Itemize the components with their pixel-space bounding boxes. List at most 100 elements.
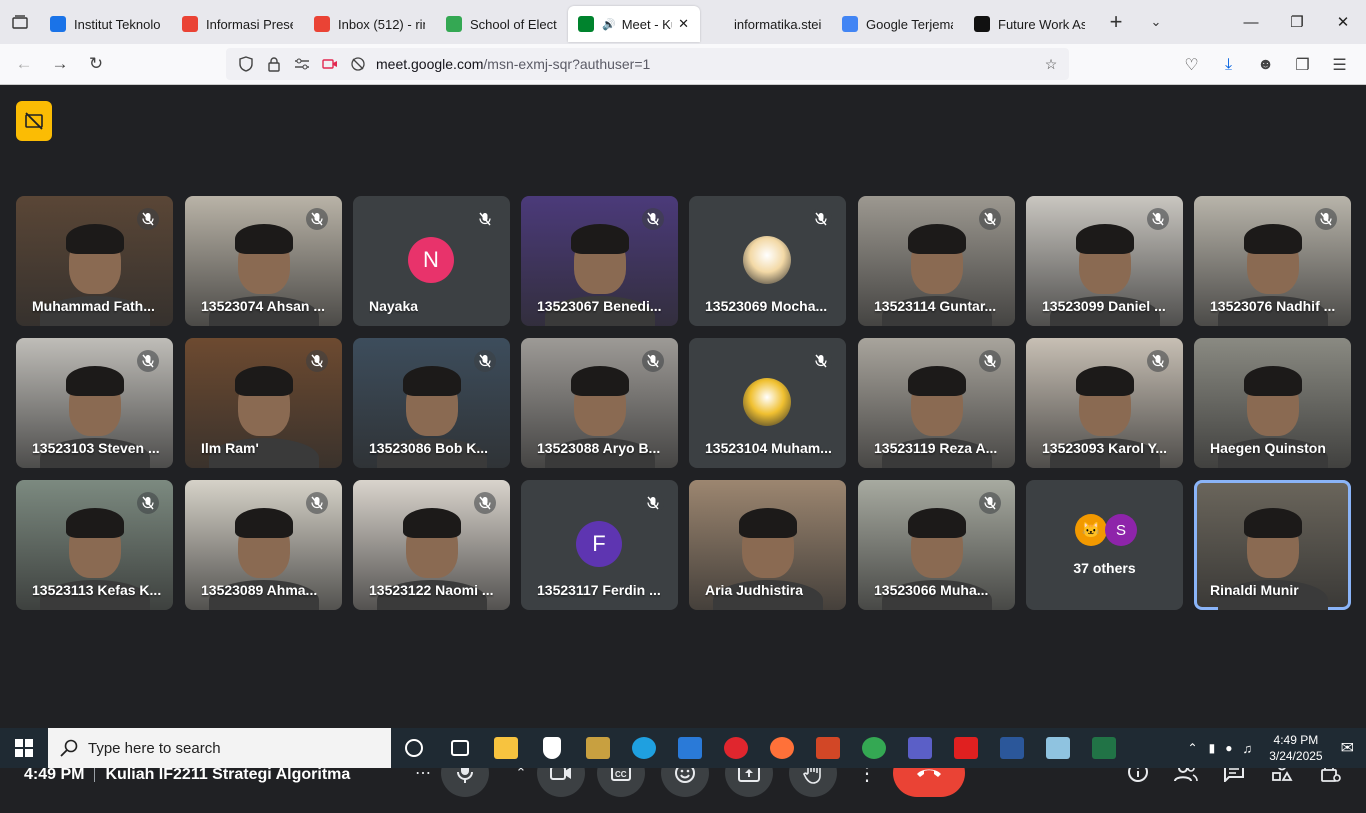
taskbar-app-word[interactable] <box>989 728 1035 768</box>
participant-tile[interactable]: Rinaldi Munir <box>1194 480 1351 610</box>
battery-icon[interactable]: ▮ <box>1209 741 1216 755</box>
taskbar-app-firefox[interactable] <box>759 728 805 768</box>
taskbar-app-security[interactable] <box>529 728 575 768</box>
taskbar-app-mail[interactable] <box>667 728 713 768</box>
browser-tab[interactable]: informatika.stei.itb.ac <box>700 6 832 42</box>
mic-blocked-icon[interactable] <box>344 57 372 71</box>
participant-name: 13523113 Kefas K... <box>32 582 162 598</box>
browser-tab[interactable]: Future Work Asy <box>964 6 1096 42</box>
participant-tile[interactable]: N Nayaka <box>353 196 510 326</box>
account-icon[interactable]: ☻ <box>1247 56 1284 74</box>
tab-title: Institut Teknologi <box>74 16 161 32</box>
participant-tile[interactable]: F 13523117 Ferdin ... <box>521 480 678 610</box>
participant-tile[interactable]: 13523076 Nadhif ... <box>1194 196 1351 326</box>
svg-text:CC: CC <box>615 770 627 779</box>
taskbar-app-teams[interactable] <box>897 728 943 768</box>
browser-tab[interactable]: Google Terjemah <box>832 6 964 42</box>
address-bar[interactable]: meet.google.com/msn-exmj-sqr?authuser=1 … <box>226 48 1069 80</box>
mic-off-icon <box>474 350 496 372</box>
participant-tile[interactable]: 13523114 Guntar... <box>858 196 1015 326</box>
pineapple-app-icon <box>586 737 610 759</box>
url-text[interactable]: meet.google.com/msn-exmj-sqr?authuser=1 <box>376 56 650 72</box>
clock[interactable]: 4:49 PM 3/24/2025 <box>1269 732 1322 764</box>
participant-tile[interactable]: 13523086 Bob K... <box>353 338 510 468</box>
camera-in-use-icon[interactable] <box>316 58 344 70</box>
browser-tab[interactable]: Institut Teknologi <box>40 6 172 42</box>
extensions-icon[interactable]: ❐ <box>1284 55 1321 75</box>
list-tabs-chevron-icon[interactable]: ⌄ <box>1136 0 1176 44</box>
participant-tile[interactable]: 13523088 Aryo B... <box>521 338 678 468</box>
taskbar-app-chrome[interactable] <box>851 728 897 768</box>
browser-tab[interactable]: Inbox (512) - rina <box>304 6 436 42</box>
others-tile[interactable]: 🐱 S 37 others <box>1026 480 1183 610</box>
close-window-button[interactable]: ✕ <box>1320 0 1366 44</box>
shield-icon[interactable] <box>232 56 260 72</box>
others-count-label: 37 others <box>1073 560 1136 576</box>
tab-audio-icon[interactable]: 🔊 <box>602 18 616 31</box>
show-hidden-icons-icon[interactable]: ⌃ <box>1188 741 1198 755</box>
taskbar-app-excel[interactable] <box>1081 728 1127 768</box>
taskbar-app-task-view[interactable] <box>437 728 483 768</box>
start-button[interactable] <box>0 728 48 768</box>
minimize-button[interactable]: — <box>1228 0 1274 44</box>
close-tab-icon[interactable]: ✕ <box>678 16 689 32</box>
new-tab-button[interactable]: + <box>1096 0 1136 44</box>
participant-tile[interactable]: 13523103 Steven ... <box>16 338 173 468</box>
participant-tile[interactable]: 13523066 Muha... <box>858 480 1015 610</box>
participant-tile[interactable]: 13523074 Ahsan ... <box>185 196 342 326</box>
mic-off-icon <box>1147 208 1169 230</box>
tab-overview-icon[interactable] <box>0 0 40 44</box>
participant-tile[interactable]: 13523119 Reza A... <box>858 338 1015 468</box>
participant-tile[interactable]: Muhammad Fath... <box>16 196 173 326</box>
forward-button[interactable]: → <box>42 46 78 82</box>
participant-tile[interactable]: 13523099 Daniel ... <box>1026 196 1183 326</box>
participant-name: 13523086 Bob K... <box>369 440 489 456</box>
participant-tile[interactable]: Aria Judhistira <box>689 480 846 610</box>
taskbar-app-file-explorer[interactable] <box>483 728 529 768</box>
restore-button[interactable]: ❐ <box>1274 0 1320 44</box>
participant-tile[interactable]: Ilm Ram' <box>185 338 342 468</box>
taskbar-app-cortana[interactable] <box>391 728 437 768</box>
taskbar-app-opera[interactable] <box>713 728 759 768</box>
browser-tab[interactable]: 🔊 Meet - Ku ✕ <box>568 6 700 42</box>
participant-tile[interactable]: 13523113 Kefas K... <box>16 480 173 610</box>
back-button[interactable]: ← <box>6 46 42 82</box>
taskbar-search[interactable]: Type here to search <box>48 728 391 768</box>
participant-tile[interactable]: 13523122 Naomi ... <box>353 480 510 610</box>
participant-name: 13523103 Steven ... <box>32 440 160 456</box>
clock-time: 4:49 PM <box>1273 733 1319 747</box>
tab-title: Informasi Presensi <box>206 16 293 32</box>
participant-tile[interactable]: 13523069 Mocha... <box>689 196 846 326</box>
download-icon[interactable]: ⤓ <box>1210 56 1247 74</box>
mic-off-icon <box>306 208 328 230</box>
participant-tile[interactable]: 13523067 Benedi... <box>521 196 678 326</box>
mic-off-icon <box>979 350 1001 372</box>
participant-tile[interactable]: 13523089 Ahma... <box>185 480 342 610</box>
browser-tab[interactable]: School of Electric <box>436 6 568 42</box>
participant-tile[interactable]: 13523104 Muham... <box>689 338 846 468</box>
permissions-icon[interactable] <box>288 58 316 70</box>
microphone-tray-icon[interactable]: ● <box>1225 741 1232 755</box>
tab-favicon-icon <box>446 16 462 32</box>
chrome-icon <box>862 737 886 759</box>
participant-hair <box>234 224 293 254</box>
participant-hair <box>907 508 966 538</box>
search-placeholder: Type here to search <box>88 739 221 757</box>
camera-off-indicator-icon[interactable] <box>16 101 52 141</box>
taskbar-app-pineapple-app[interactable] <box>575 728 621 768</box>
reload-button[interactable]: ↻ <box>78 46 114 82</box>
menu-icon[interactable]: ☰ <box>1321 55 1358 75</box>
browser-tab[interactable]: Informasi Presensi <box>172 6 304 42</box>
notifications-icon[interactable]: ✉ <box>1341 738 1354 758</box>
participant-tile[interactable]: Haegen Quinston <box>1194 338 1351 468</box>
taskbar-app-edge[interactable] <box>621 728 667 768</box>
file-explorer-icon <box>494 737 518 759</box>
taskbar-app-powerpoint[interactable] <box>805 728 851 768</box>
taskbar-app-files-app[interactable] <box>1035 728 1081 768</box>
pocket-icon[interactable]: ♡ <box>1173 55 1210 75</box>
taskbar-app-acrobat[interactable] <box>943 728 989 768</box>
lock-icon[interactable] <box>260 56 288 72</box>
volume-icon[interactable]: ♫ <box>1242 741 1252 756</box>
participant-tile[interactable]: 13523093 Karol Y... <box>1026 338 1183 468</box>
bookmark-star-icon[interactable]: ☆ <box>1037 56 1065 73</box>
